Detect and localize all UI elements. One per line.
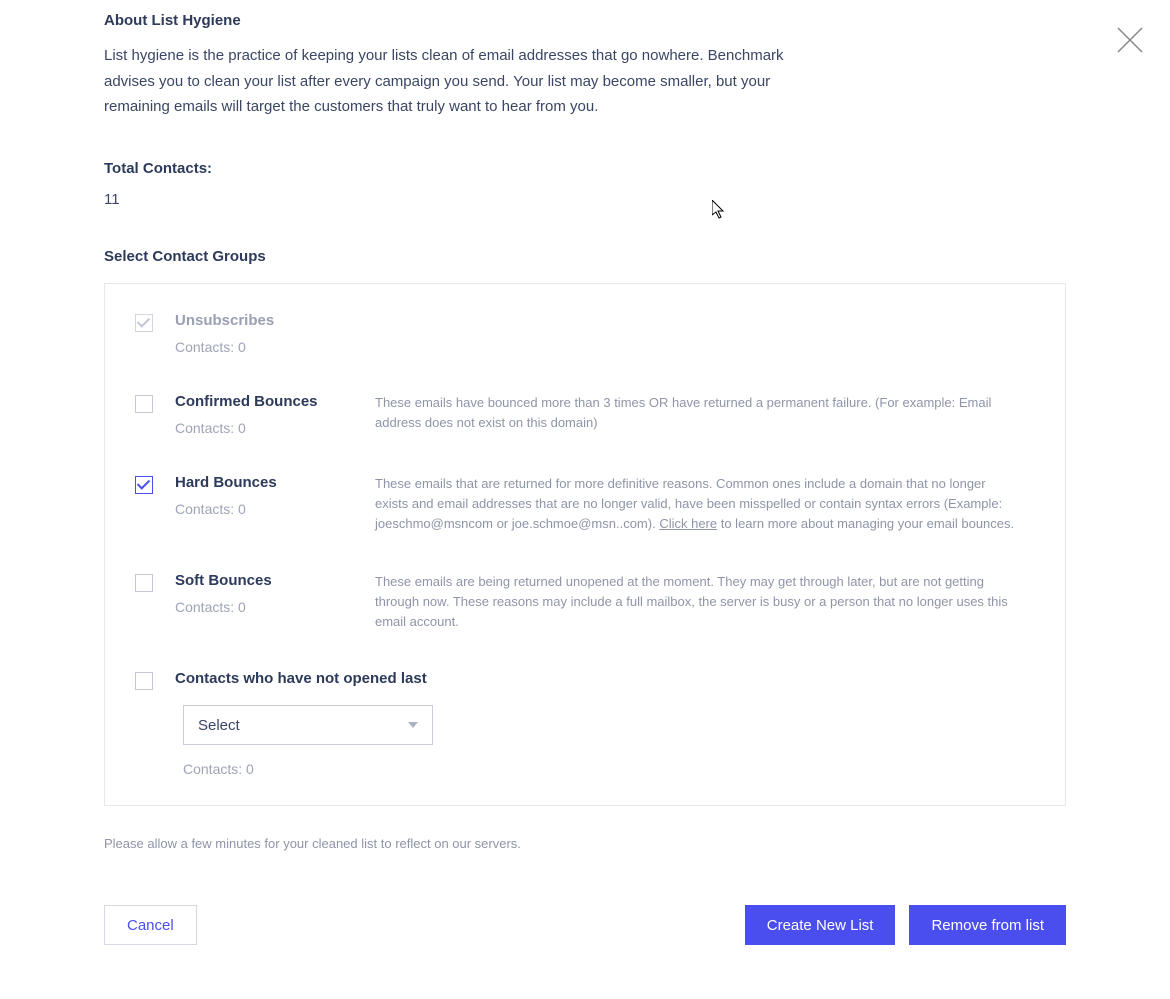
groups-panel: Unsubscribes Contacts: 0 Confirmed Bounc…: [104, 283, 1066, 807]
close-button[interactable]: [1110, 20, 1150, 60]
group-row-hard-bounces: Hard Bounces Contacts: 0 These emails th…: [135, 474, 1035, 534]
total-contacts-value: 11: [104, 191, 1066, 208]
group-desc-hard-bounces: These emails that are returned for more …: [375, 474, 1035, 534]
group-row-soft-bounces: Soft Bounces Contacts: 0 These emails ar…: [135, 572, 1035, 632]
group-name-not-opened: Contacts who have not opened last: [175, 670, 1035, 687]
remove-from-list-button[interactable]: Remove from list: [909, 905, 1066, 945]
checkbox-not-opened[interactable]: [135, 672, 153, 690]
group-name-unsubscribes: Unsubscribes: [175, 312, 355, 329]
group-row-confirmed-bounces: Confirmed Bounces Contacts: 0 These emai…: [135, 393, 1035, 436]
select-value: Select: [198, 717, 240, 734]
not-opened-select[interactable]: Select: [183, 705, 433, 745]
create-new-list-button[interactable]: Create New List: [745, 905, 896, 945]
click-here-link[interactable]: Click here: [659, 516, 717, 531]
about-title: About List Hygiene: [104, 12, 1066, 29]
group-desc-soft-bounces: These emails are being returned unopened…: [375, 572, 1035, 632]
group-count-confirmed-bounces: Contacts: 0: [175, 420, 355, 436]
group-count-unsubscribes: Contacts: 0: [175, 339, 355, 355]
group-name-soft-bounces: Soft Bounces: [175, 572, 355, 589]
group-row-unsubscribes: Unsubscribes Contacts: 0: [135, 312, 1035, 355]
group-count-hard-bounces: Contacts: 0: [175, 501, 355, 517]
checkbox-hard-bounces[interactable]: [135, 476, 153, 494]
group-count-soft-bounces: Contacts: 0: [175, 599, 355, 615]
processing-note: Please allow a few minutes for your clea…: [104, 836, 1066, 851]
group-count-not-opened: Contacts: 0: [183, 761, 1035, 777]
checkbox-confirmed-bounces[interactable]: [135, 395, 153, 413]
about-description: List hygiene is the practice of keeping …: [104, 43, 804, 120]
group-row-not-opened: Contacts who have not opened last Select…: [135, 670, 1035, 777]
footer: Cancel Create New List Remove from list: [104, 905, 1066, 945]
chevron-down-icon: [408, 722, 418, 728]
total-contacts-label: Total Contacts:: [104, 160, 1066, 177]
checkbox-soft-bounces[interactable]: [135, 574, 153, 592]
group-name-confirmed-bounces: Confirmed Bounces: [175, 393, 355, 410]
checkbox-unsubscribes: [135, 314, 153, 332]
group-desc-confirmed-bounces: These emails have bounced more than 3 ti…: [375, 393, 1035, 433]
cancel-button[interactable]: Cancel: [104, 905, 197, 945]
group-name-hard-bounces: Hard Bounces: [175, 474, 355, 491]
close-icon: [1116, 26, 1144, 54]
select-groups-title: Select Contact Groups: [104, 248, 1066, 265]
